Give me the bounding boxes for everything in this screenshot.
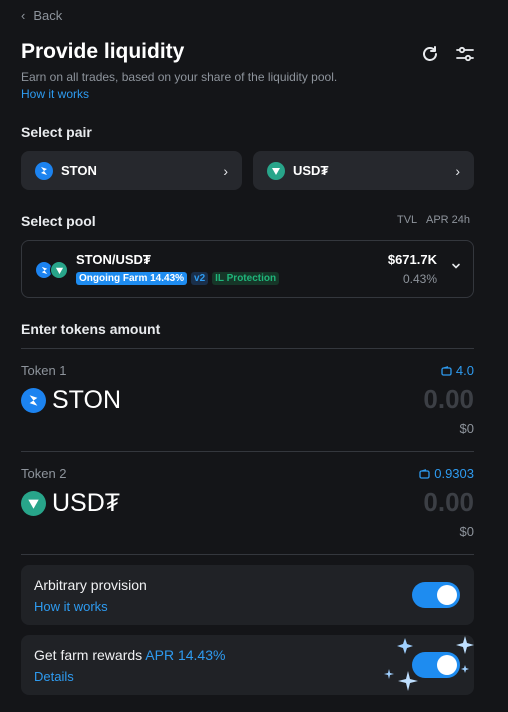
token2-amount-input[interactable]: 0.00 <box>423 487 474 518</box>
divider <box>21 348 474 349</box>
token1-balance-value: 4.0 <box>455 363 474 378</box>
token-b-name: USD₮ <box>293 163 329 178</box>
farm-rewards-card: Get farm rewards APR 14.43% Details <box>21 635 474 695</box>
pool-apr: 0.43% <box>402 272 437 286</box>
chevron-left-icon: ‹ <box>21 8 26 23</box>
divider <box>21 451 474 452</box>
enter-tokens-label: Enter tokens amount <box>21 321 161 337</box>
farm-rewards-toggle[interactable] <box>412 652 460 678</box>
select-pair-label: Select pair <box>21 124 92 140</box>
token1-amount-input[interactable]: 0.00 <box>423 384 474 415</box>
farm-rewards-title-row: Get farm rewards APR 14.43% <box>34 647 225 663</box>
toggle-knob <box>437 585 457 605</box>
how-it-works-link[interactable]: How it works <box>21 87 89 101</box>
pool-selector[interactable]: STON/USD₮ Ongoing Farm 14.43% v2 IL Prot… <box>21 240 474 298</box>
usdt-logo-icon <box>267 161 285 180</box>
token2-usd-value: $0 <box>459 524 474 539</box>
tvl-column-label: TVL <box>397 214 418 226</box>
back-button[interactable]: ‹ Back <box>21 8 62 23</box>
pool-name: STON/USD₮ <box>76 252 151 267</box>
token2-balance[interactable]: 0.9303 <box>419 466 474 481</box>
toggle-knob <box>437 655 457 675</box>
chevron-right-icon: › <box>455 162 460 179</box>
token2-symbol: USD₮ <box>52 489 121 517</box>
token-b-selector[interactable]: USD₮ › <box>253 151 474 190</box>
token1-balance[interactable]: 4.0 <box>441 363 474 378</box>
token2-balance-value: 0.9303 <box>434 466 474 481</box>
wallet-icon <box>419 468 430 479</box>
divider <box>21 554 474 555</box>
arbitrary-provision-card: Arbitrary provision How it works <box>21 565 474 625</box>
page-title: Provide liquidity <box>21 40 185 63</box>
wallet-icon <box>441 365 452 376</box>
ston-logo-icon <box>21 388 46 413</box>
farm-badge: Ongoing Farm 14.43% <box>76 272 188 285</box>
ston-logo-icon <box>35 161 53 180</box>
apr-column-label: APR 24h <box>426 214 471 226</box>
token1-usd-value: $0 <box>459 421 474 436</box>
pool-tvl: $671.7K <box>387 252 437 267</box>
token1-symbol: STON <box>52 386 121 414</box>
settings-button[interactable] <box>453 42 477 66</box>
arbitrary-how-it-works-link[interactable]: How it works <box>34 599 108 614</box>
settings-sliders-icon <box>456 46 474 62</box>
chevron-right-icon: › <box>223 162 228 179</box>
token2-symbol-row: USD₮ <box>21 489 120 518</box>
arbitrary-provision-toggle[interactable] <box>412 582 460 608</box>
refresh-icon <box>423 46 437 61</box>
token1-symbol-row: STON <box>21 386 121 415</box>
il-protection-badge: IL Protection <box>212 272 280 285</box>
farm-apr: APR 14.43% <box>145 647 226 663</box>
usdt-logo-icon <box>50 261 68 279</box>
select-pool-label: Select pool <box>21 213 96 229</box>
token-a-name: STON <box>61 163 97 178</box>
token-a-selector[interactable]: STON › <box>21 151 242 190</box>
chevron-down-icon <box>451 259 461 274</box>
token1-label: Token 1 <box>21 363 67 378</box>
arbitrary-provision-title: Arbitrary provision <box>34 577 147 593</box>
usdt-logo-icon <box>21 491 46 516</box>
farm-rewards-title: Get farm rewards <box>34 647 143 663</box>
back-label: Back <box>33 8 63 23</box>
farm-details-link[interactable]: Details <box>34 669 74 684</box>
token2-label: Token 2 <box>21 466 67 481</box>
version-badge: v2 <box>191 272 209 285</box>
refresh-button[interactable] <box>418 42 442 66</box>
page-subtitle: Earn on all trades, based on your share … <box>21 70 338 84</box>
